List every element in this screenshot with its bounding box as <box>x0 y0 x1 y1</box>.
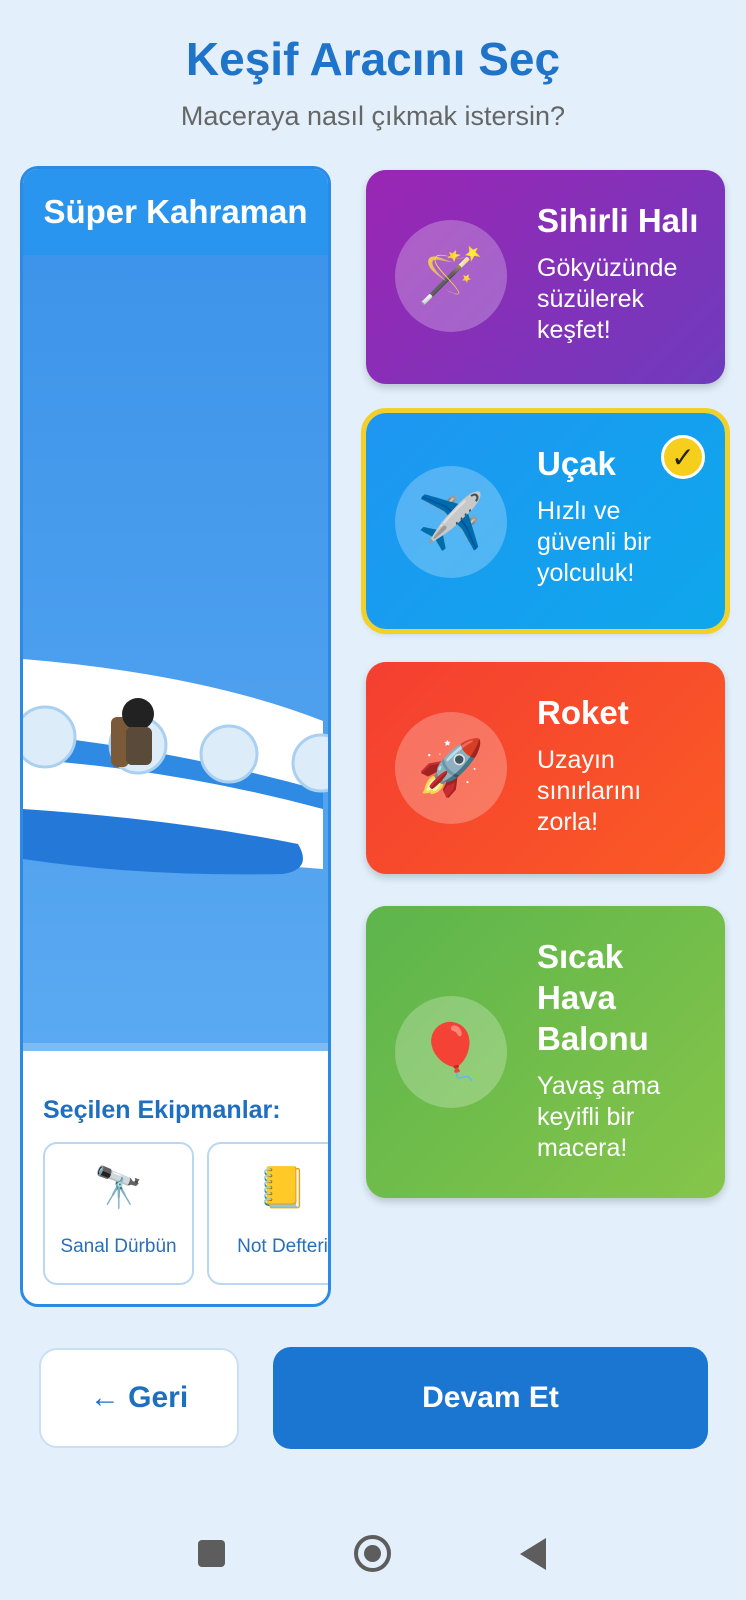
page-subtitle: Maceraya nasıl çıkmak istersin? <box>180 101 566 131</box>
airplane-icon: ✈️ <box>395 466 507 578</box>
selected-check-icon: ✓ <box>661 435 705 479</box>
rocket-icon: 🚀 <box>395 712 507 824</box>
equipment-card[interactable]: 🔭 Sanal Dürbün <box>43 1142 194 1285</box>
back-button[interactable]: ← Geri <box>39 1348 239 1448</box>
equipment-title: Seçilen Ekipmanlar: <box>43 1096 281 1124</box>
vehicle-card-rocket[interactable]: 🚀 Roket Uzayın sınırlarını zorla! <box>366 662 725 874</box>
magic-wand-icon: 🪄 <box>395 220 507 332</box>
equipment-card[interactable]: 📒 Not Defteri <box>207 1142 328 1285</box>
back-triangle-icon[interactable] <box>520 1538 546 1570</box>
equipment-label: Not Defteri <box>237 1236 328 1257</box>
telescope-icon: 🔭 <box>93 1166 144 1210</box>
airplane-illustration <box>23 659 328 875</box>
vehicle-preview-panel: Süper Kahraman Seçilen Ekipmanlar: 🔭 San… <box>20 166 331 1307</box>
vehicle-name: Uçak <box>537 445 616 482</box>
vehicle-card-magic-carpet[interactable]: 🪄 Sihirli Halı Gökyüzünde süzülerek keşf… <box>366 170 725 384</box>
recent-apps-icon[interactable] <box>198 1540 225 1567</box>
vehicle-card-hot-air-balloon[interactable]: 🎈 Sıcak Hava Balonu Yavaş ama keyifli bi… <box>366 906 725 1198</box>
vehicle-name: Sihirli Halı <box>537 202 699 239</box>
vehicle-name: Sıcak Hava Balonu <box>537 938 649 1057</box>
vehicle-description: Uzayın sınırlarını zorla! <box>537 746 642 836</box>
vehicle-description: Yavaş ama keyifli bir macera! <box>537 1072 661 1162</box>
balloon-icon: 🎈 <box>395 996 507 1108</box>
equipment-list: 🔭 Sanal Dürbün 📒 Not Defteri <box>43 1142 328 1287</box>
page-title: Keşif Aracını Seç <box>185 33 561 85</box>
continue-button[interactable]: Devam Et <box>273 1347 708 1449</box>
notebook-icon: 📒 <box>257 1166 308 1210</box>
home-icon[interactable] <box>354 1535 391 1572</box>
vehicle-name: Roket <box>537 694 629 731</box>
system-nav-bar <box>0 1500 746 1600</box>
vehicle-description: Hızlı ve güvenli bir yolculuk! <box>537 497 651 587</box>
equipment-label: Sanal Dürbün <box>60 1236 177 1257</box>
vehicle-card-plane[interactable]: ✈️ Uçak Hızlı ve güvenli bir yolculuk! ✓ <box>361 408 730 634</box>
vehicle-description: Gökyüzünde süzülerek keşfet! <box>537 254 678 344</box>
